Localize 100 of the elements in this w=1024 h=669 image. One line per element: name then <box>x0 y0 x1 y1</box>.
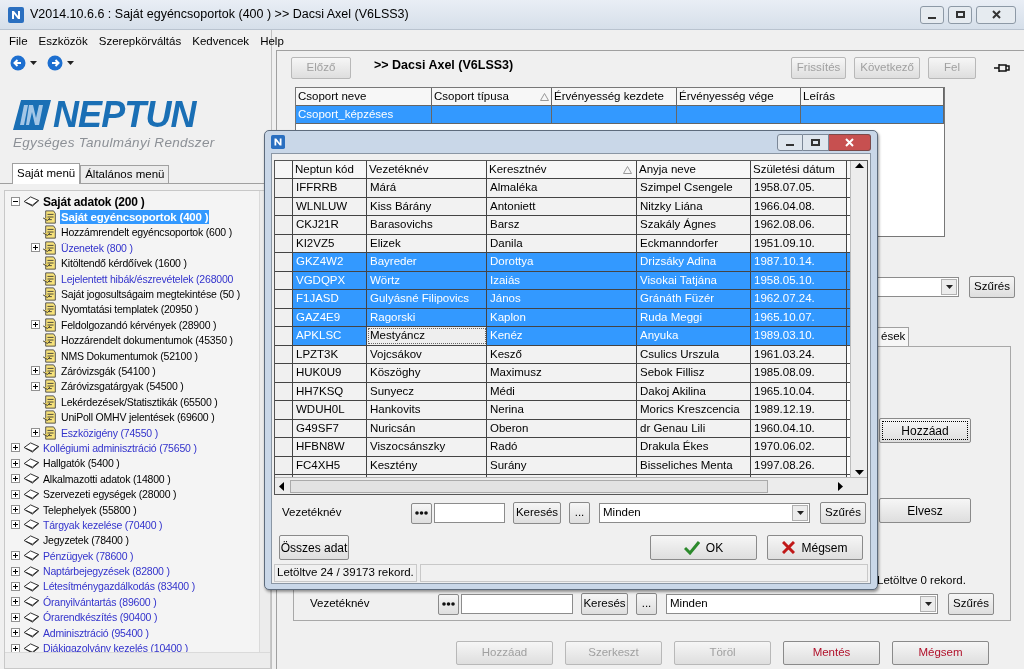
detail-tab[interactable]: ések <box>877 327 910 346</box>
tree-item[interactable]: Hozzámrendelt egyéncsoportok (600 ) <box>60 225 233 240</box>
table-cell: Gránáth Füzér <box>637 290 751 308</box>
tree-item[interactable]: Tárgyak kezelése (70400 ) <box>42 517 164 532</box>
column-header[interactable]: Keresztnév <box>487 161 637 179</box>
table-row[interactable]: IFFRRB Márá Almaléka Szimpel Csengele 1958.07.05. <box>275 179 850 198</box>
tree-item[interactable]: Saját adatok (200 ) <box>42 194 146 209</box>
column-header[interactable]: Csoport típusa <box>432 88 552 106</box>
table-cell: 1962.07.24. <box>751 290 847 308</box>
more-button[interactable]: ... <box>636 593 657 615</box>
table-cell: Wörtz <box>367 271 487 289</box>
side-button[interactable]: Elvesz <box>879 498 971 523</box>
tree-item[interactable]: Záróvizsgatárgyak (54500 ) <box>60 379 185 394</box>
tree-item[interactable]: NMS Dokumentumok (52100 ) <box>60 348 199 363</box>
action-button[interactable]: Mentés <box>783 641 880 665</box>
table-cell: Barasovichs <box>367 216 487 234</box>
tree-item[interactable]: Eszközigény (74550 ) <box>60 425 159 440</box>
table-row[interactable]: APKLSC Mestyáncz Kenéz Anyuka 1989.03.10. <box>275 327 850 346</box>
tree-item[interactable]: Záróvizsgák (54100 ) <box>60 364 157 378</box>
tree-item[interactable]: Pénzügyek (78600 ) <box>42 548 135 563</box>
tree-item[interactable]: Alkalmazotti adatok (14800 ) <box>42 471 172 486</box>
tree-item[interactable]: Lejelentett hibák/észrevételek (268000 <box>60 271 235 286</box>
ok-button[interactable]: OK <box>650 535 757 560</box>
table-cell: Drizsáky Adina <box>637 253 751 271</box>
dropdown-field[interactable]: Minden <box>666 594 938 614</box>
table-cell: CKJ21R <box>293 216 367 234</box>
table-cell: GKZ4W2 <box>293 253 367 271</box>
table-cell: Gulyásné Filipovics <box>367 290 487 308</box>
table-cell: Kaplon <box>487 308 637 326</box>
table-row[interactable]: HUK0U9 Köszöghy Maximusz Sebok Fillisz 1985.08.09. <box>275 364 850 383</box>
tree-item[interactable]: Feldolgozandó kérvények (28900 ) <box>60 317 218 332</box>
tree-item[interactable]: UniPoll OMHV jelentések (69600 ) <box>60 410 216 425</box>
table-cell: Almaléka <box>487 179 637 197</box>
search-button[interactable]: Keresés <box>581 593 628 615</box>
tree-item[interactable]: Lekérdezések/Statisztikák (65500 ) <box>60 394 219 409</box>
table-row[interactable]: HFBN8W Viszocsánszky Radó Drakula Ékes 1970.06.02. <box>275 438 850 457</box>
tree-item[interactable]: Adminisztráció (95400 ) <box>42 625 150 640</box>
table-cell: Szimpel Csengele <box>637 179 751 197</box>
all-data-button[interactable]: Összes adat <box>279 535 349 560</box>
tree-item[interactable]: Órarendkészítés (90400 ) <box>42 610 159 625</box>
table-cell: GAZ4E9 <box>293 308 367 326</box>
menu-item[interactable]: Szerepkörváltás <box>98 33 182 51</box>
table-cell: VGDQPX <box>293 271 367 289</box>
tree-item[interactable]: Naptárbejegyzések (82800 ) <box>42 564 171 579</box>
table-cell: 1962.08.06. <box>751 216 847 234</box>
table-cell: Sebok Fillisz <box>637 364 751 382</box>
logo-tagline: Egységes Tanulmányi Rendszer <box>13 134 216 152</box>
side-button[interactable]: Hozzáad <box>879 418 971 443</box>
table-cell: Csoport_képzéses <box>296 106 432 124</box>
menu-tab[interactable]: Általános menü <box>80 165 170 183</box>
filter-button[interactable]: Szűrés <box>969 276 1015 298</box>
table-cell: Márá <box>367 179 487 197</box>
menu-tab[interactable]: Saját menü <box>12 163 81 184</box>
column-header[interactable]: Születési dátum <box>751 161 847 179</box>
tree-item[interactable]: Kitöltendő kérdőívek (1600 ) <box>60 256 188 271</box>
field-label: Vezetéknév <box>310 596 371 612</box>
table-row[interactable]: WDUH0L Hankovits Nerina Morics Kreszcencia 1989.12.19. <box>275 401 850 420</box>
tree-item[interactable]: Saját jogosultságaim megtekintése (50 ) <box>60 287 241 302</box>
table-row[interactable]: CKJ21R Barasovichs Barsz Szakály Ágnes 1962.08.06. <box>275 216 850 235</box>
tree-item[interactable]: Szervezeti egységek (28000 ) <box>42 487 178 502</box>
table-cell: F1JASD <box>293 290 367 308</box>
menu-item[interactable]: Help <box>260 33 284 51</box>
table-cell: Maximusz <box>487 364 637 382</box>
column-header[interactable]: Anyja neve <box>637 161 751 179</box>
table-cell: Szakály Ágnes <box>637 216 751 234</box>
column-header[interactable]: Neptun kód <box>293 161 367 179</box>
column-header[interactable]: Vezetéknév <box>367 161 487 179</box>
dropdown-field[interactable]: Minden <box>599 503 810 523</box>
window-title: V2014.10.6.6 : Saját egyéncsoportok (400 ) >> Dacsi Axel (V6LSS3) <box>30 6 409 24</box>
record-title: >> Dacsi Axel (V6LSS3) <box>374 57 514 74</box>
action-button[interactable]: Mégsem <box>892 641 989 665</box>
cancel-button[interactable]: Mégsem <box>767 535 863 560</box>
filter-button[interactable]: Szűrés <box>820 502 866 524</box>
menu-item[interactable]: File <box>9 33 28 51</box>
table-cell: Drakula Ékes <box>637 438 751 456</box>
logo-text: NEPTUN <box>53 97 196 133</box>
filter-button[interactable]: Szűrés <box>948 593 994 615</box>
column-header[interactable]: Érvényesség vége <box>677 88 801 106</box>
column-header[interactable]: Leírás <box>801 88 944 106</box>
tree-item[interactable]: Kollégiumi adminisztráció (75650 ) <box>42 440 198 455</box>
tree-item[interactable]: Telephelyek (55800 ) <box>42 502 138 517</box>
table-cell: Anyuka <box>637 327 751 345</box>
tree-item[interactable]: Létesítménygazdálkodás (83400 ) <box>42 579 196 594</box>
tree-item[interactable]: Hallgatók (5400 ) <box>42 456 121 471</box>
tree-item[interactable]: Üzenetek (800 ) <box>60 240 134 255</box>
table-cell: IFFRRB <box>293 179 367 197</box>
more-button[interactable]: ... <box>569 502 590 524</box>
tree-item[interactable]: Jegyzetek (78400 ) <box>42 533 130 548</box>
tree-item[interactable]: Óranyilvántartás (89600 ) <box>42 594 158 609</box>
column-header[interactable]: Csoport neve <box>296 88 432 106</box>
column-header[interactable]: Érvényesség kezdete <box>552 88 677 106</box>
menu-item[interactable]: Eszközök <box>38 33 88 51</box>
search-button[interactable]: Keresés <box>513 502 561 524</box>
table-cell: Izaiás <box>487 271 637 289</box>
table-cell: HFBN8W <box>293 438 367 456</box>
table-cell: WDUH0L <box>293 401 367 419</box>
tree-item[interactable]: Nyomtatási templatek (20950 ) <box>60 302 200 317</box>
tree-item[interactable]: Hozzárendelt dokumentumok (45350 ) <box>60 333 234 348</box>
table-cell: 1958.07.05. <box>751 179 847 197</box>
menu-item[interactable]: Kedvencek <box>192 33 250 51</box>
